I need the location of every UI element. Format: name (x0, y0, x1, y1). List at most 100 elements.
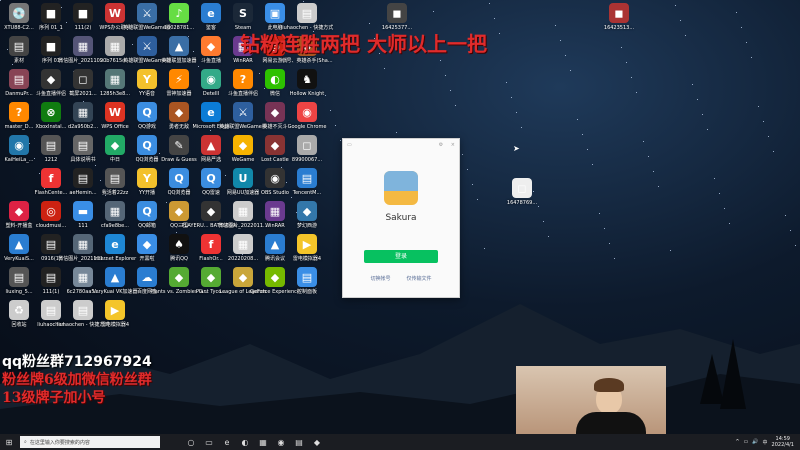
taskbar-pinned-app-icon[interactable]: ◆ (310, 435, 324, 449)
desktop-icon[interactable]: ▤ liuhaochen (34, 300, 68, 334)
taskbar-pinned-app-icon[interactable]: ▤ (292, 435, 306, 449)
desktop-icon[interactable]: ◆ 中日 (98, 135, 132, 169)
tray-volume-icon[interactable]: 🔊 (752, 439, 758, 445)
desktop-icon[interactable]: U 网易UU加速器 (226, 168, 260, 202)
taskbar-pinned-app-icon[interactable]: ▦ (256, 435, 270, 449)
taskbar-clock[interactable]: 14:59 2022/4/1 (772, 436, 794, 448)
desktop-icon[interactable]: Y YY开播 (130, 168, 164, 202)
desktop-icon[interactable]: ▤ liuhaochen - 快捷方式 (57, 300, 109, 334)
desktop-icon[interactable]: ▦ WinRAR (258, 201, 292, 235)
desktop-icon[interactable]: ◻ 16478769... (505, 178, 539, 212)
desktop-icon[interactable]: ▤ 0916(1) (34, 234, 68, 268)
desktop-icon[interactable]: ■ 111(2) (66, 3, 100, 37)
desktop-icon[interactable]: ? master_D... (2, 102, 36, 136)
desktop-icon[interactable]: ◆ 英雄不灭斗 (258, 102, 292, 136)
desktop-icon[interactable]: W WPS Office (98, 102, 132, 136)
taskbar-pinned-app-icon[interactable]: ◉ (274, 435, 288, 449)
desktop-icon[interactable]: ◎ cloudmusi... (34, 201, 68, 235)
desktop-icon[interactable]: ◆ WeGame (226, 135, 260, 169)
desktop-icon[interactable]: ◉ KaiHeiLa_... (2, 135, 36, 169)
tray-ime-icon[interactable]: 中 (763, 439, 768, 446)
login-button[interactable]: 登录 (364, 250, 438, 263)
desktop-icon[interactable]: ◉ DetellI (194, 69, 228, 103)
desktop-icon[interactable]: e Internet Explorer (94, 234, 136, 268)
desktop-icon[interactable]: ▶ 雷电模拟器4 (290, 234, 324, 268)
gear-icon[interactable]: ⚙ (439, 142, 443, 148)
desktop-icon[interactable]: ▦ 1285h3e8... (98, 69, 132, 103)
desktop-icon[interactable]: Q QQ浏览器 (130, 135, 164, 169)
desktop-icon[interactable]: ▦ 90b7615d... (98, 36, 132, 70)
desktop-icon[interactable]: ▤ 具体说明书 (66, 135, 100, 169)
desktop-icon[interactable]: 💿 XTU88-C2... (2, 3, 36, 37)
desktop-icon[interactable]: ▦ 微信图片_2022011... (218, 201, 268, 235)
desktop-icon[interactable]: ♞ Hollow Knight (290, 69, 324, 103)
desktop-icon[interactable]: ▶ 雷电模拟器4 (98, 300, 132, 334)
desktop-icon[interactable]: ⚔ 英雄联盟WeGame版 (123, 3, 171, 37)
desktop-icon[interactable]: ■ 序列 01 (34, 36, 68, 70)
switch-account-link[interactable]: 切换帐号 (370, 275, 390, 282)
desktop-icon[interactable]: ◆ Plant Tyco... (194, 267, 228, 301)
desktop-icon[interactable]: ▤ 控制面板 (290, 267, 324, 301)
taskbar-pinned-app-icon[interactable]: ▭ (202, 435, 216, 449)
desktop-icon[interactable]: ◆ PLAYERU... BATTLEGR... (181, 201, 241, 235)
desktop-icon[interactable]: ◐ 微信 (258, 69, 292, 103)
desktop-icon[interactable]: ◆ 开黑啦 (130, 234, 164, 268)
desktop-icon[interactable]: ✎ Draw & Guess (161, 135, 197, 169)
desktop-icon[interactable]: ♠ 腾讯QQ (162, 234, 196, 268)
close-icon[interactable]: × (451, 142, 455, 148)
desktop-icon[interactable]: ♪ 10028781... (162, 3, 196, 37)
desktop-icon[interactable]: ◆ QQ三国 (162, 201, 196, 235)
taskbar-pinned-app-icon[interactable]: ◐ (238, 435, 252, 449)
desktop-icon[interactable]: ◆ 塑料-开播盒 (2, 201, 36, 235)
desktop-icon[interactable]: ▦ 20220208... (226, 234, 260, 268)
desktop-icon[interactable]: ◻ 89900067... (290, 135, 324, 169)
desktop-icon[interactable]: ▤ 我活着22zz (98, 168, 132, 202)
desktop-icon[interactable]: Q QQ游戏 (130, 102, 164, 136)
desktop-icon[interactable]: ▲ VeryKuai VK加速器 (92, 267, 138, 301)
desktop-icon[interactable]: ◻ 截屏2021... (66, 69, 100, 103)
desktop-icon[interactable]: ▤ 素材 (2, 36, 36, 70)
desktop-icon[interactable]: ▲ VeryKuaiS... (2, 234, 36, 268)
desktop-icon[interactable]: ▬ 111 (66, 201, 100, 235)
desktop-icon[interactable]: ⚔ 英雄联盟WeGame版 (219, 102, 267, 136)
desktop-icon[interactable]: ⚡ 雷神加速器 (162, 69, 196, 103)
desktop-icon[interactable]: ◆ League of Legends (219, 267, 267, 301)
tray-chevron-icon[interactable]: ^ (735, 439, 739, 445)
desktop-icon[interactable]: Q QQ浏览器 (162, 168, 196, 202)
desktop-icon[interactable]: ◼ 16423513... (602, 3, 636, 37)
desktop-icon[interactable]: ▲ 腾讯会议 (258, 234, 292, 268)
desktop-icon[interactable]: ◆ GeForce Experience (250, 267, 300, 301)
desktop-icon[interactable]: W WPS办公助手 (98, 3, 132, 37)
desktop-icon[interactable]: Q QQ雷速 (194, 168, 228, 202)
windows-start-icon[interactable]: ⊞ (2, 435, 16, 449)
desktop-icon[interactable]: ⚔ 英雄联盟WeGame版 (123, 36, 171, 70)
desktop-icon[interactable]: ▦ cfa9e8be... (98, 201, 132, 235)
desktop-icon[interactable]: ◉ OBS Studio (258, 168, 292, 202)
desktop-icon[interactable]: f FlashCente... (34, 168, 68, 202)
desktop-icon[interactable]: ■ 序列 01_1 (34, 3, 68, 37)
taskbar-pinned-app-icon[interactable]: ○ (184, 435, 198, 449)
desktop-icon[interactable]: ▦ d2a950b2... (66, 102, 100, 136)
desktop-icon[interactable]: f FlashOr... (194, 234, 228, 268)
desktop-icon[interactable]: ◆ 梦幻西游 (290, 201, 324, 235)
desktop-icon[interactable]: ☁ 百度网盘 (130, 267, 164, 301)
desktop-icon[interactable]: ▲ 网易严选 (194, 135, 228, 169)
transfer-files-link[interactable]: 仅传输文件 (407, 275, 432, 282)
taskbar-search-box[interactable]: ⌕ 在这里输入你要搜索的内容 (20, 436, 160, 448)
desktop-icon[interactable]: ◆ 斗鱼直播 (194, 36, 228, 70)
desktop-icon[interactable]: Y YY语音 (130, 69, 164, 103)
desktop-icon[interactable]: ◉ Google Chrome (288, 102, 326, 136)
desktop-icon[interactable]: ▤ 111(1) (34, 267, 68, 301)
desktop-icon[interactable]: ▤ TencentM... (290, 168, 324, 202)
desktop-icon[interactable]: ▦ 6c2780aa5... (66, 267, 100, 301)
desktop-icon[interactable]: ? 斗鱼直播伴侣 (226, 69, 260, 103)
tray-network-icon[interactable]: ▭ (744, 439, 749, 445)
desktop-icon[interactable]: ⊗ XboxInstal... (34, 102, 68, 136)
desktop-icon[interactable]: ▤ liuxing_5... (2, 267, 36, 301)
desktop-icon[interactable]: ▦ 微信图片_2021111... (58, 234, 108, 268)
desktop-icon[interactable]: ◆ 勇者无敌 (162, 102, 196, 136)
desktop-icon[interactable]: ◆ Plants vs. Zombies G... (150, 267, 208, 301)
desktop-icon[interactable]: e 鉴客 (194, 3, 228, 37)
desktop-icon[interactable]: e Microsoft Edge (193, 102, 229, 136)
desktop-icon[interactable]: ◆ 斗鱼直播伴侣 (34, 69, 68, 103)
